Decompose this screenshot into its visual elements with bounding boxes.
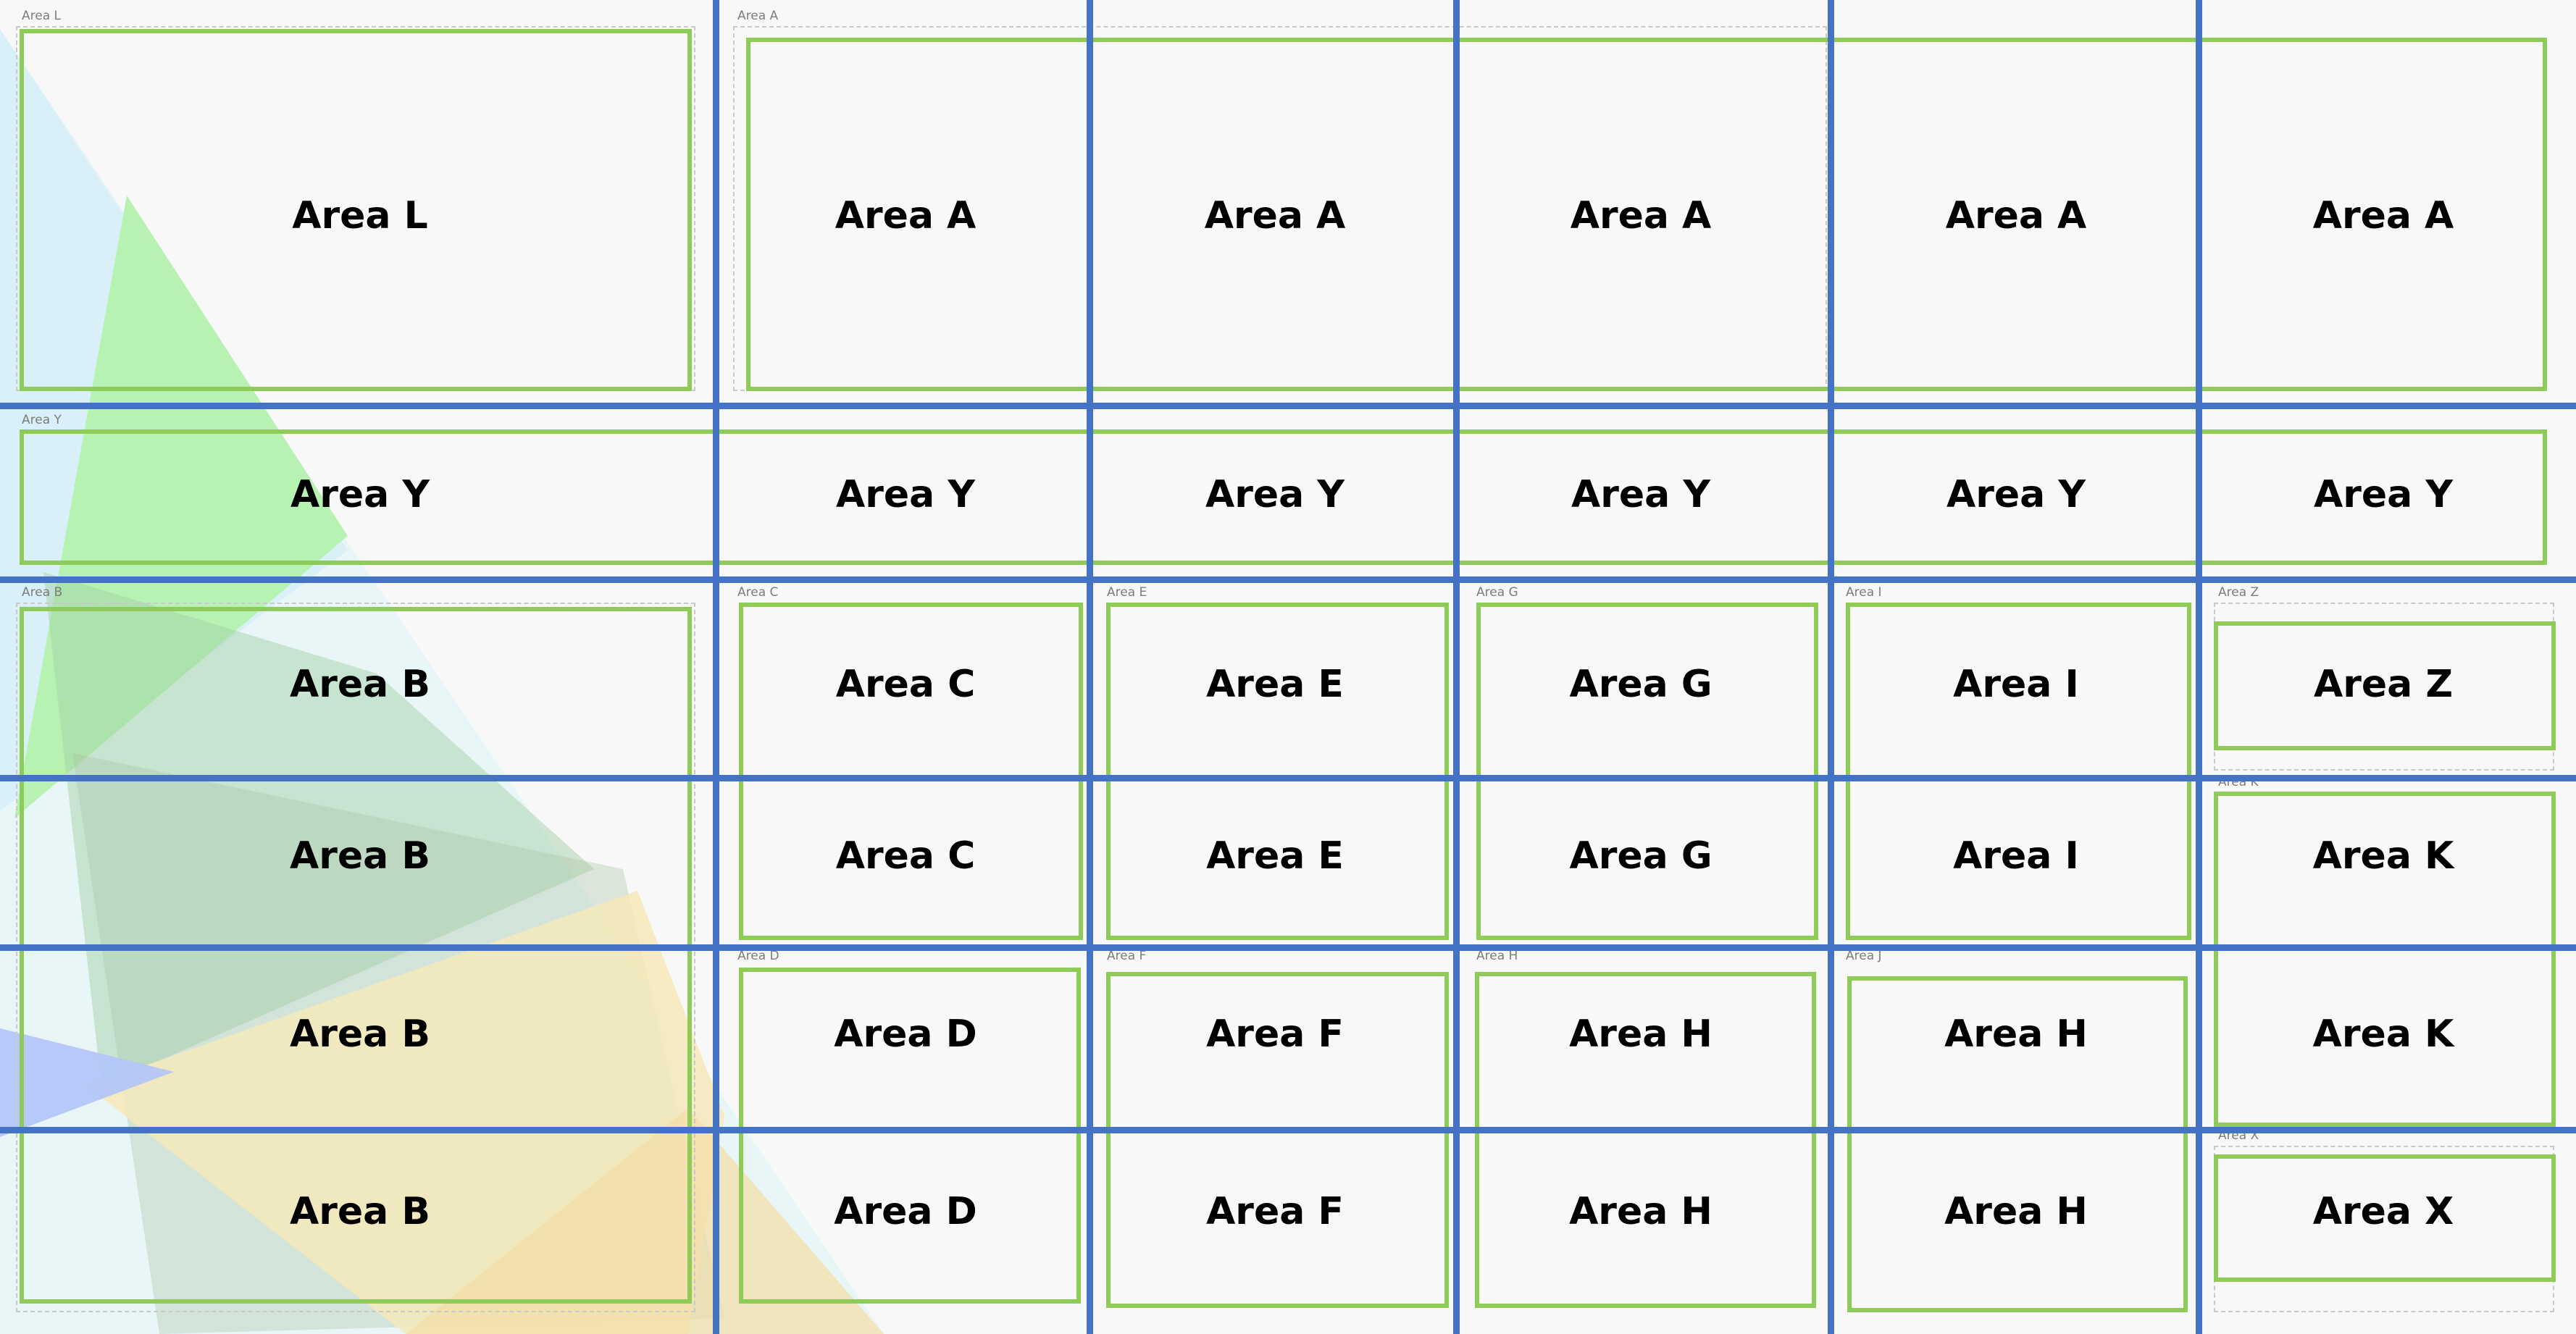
cell-label: Area H xyxy=(1944,1012,2088,1056)
area-g-tag: Area G xyxy=(1476,585,1518,600)
cell-label: Area G xyxy=(1569,834,1713,878)
grid-vertical-line xyxy=(2196,0,2202,1334)
area-h-tag: Area H xyxy=(1476,949,1518,963)
area-f-tag: Area F xyxy=(1107,949,1147,963)
grid-horizontal-line xyxy=(0,944,2576,951)
cell-label: Area K xyxy=(2312,834,2454,878)
area-y-tag: Area Y xyxy=(22,413,62,427)
cell-label: Area A xyxy=(1570,194,1712,238)
area-e-box xyxy=(1106,603,1449,940)
cell-label: Area E xyxy=(1206,663,1344,706)
grid-horizontal-line xyxy=(0,1127,2576,1133)
area-c-tag: Area C xyxy=(737,585,779,600)
cell-label: Area K xyxy=(2312,1012,2454,1056)
area-c-box xyxy=(739,603,1083,940)
grid-vertical-line xyxy=(1087,0,1093,1334)
area-l-tag: Area L xyxy=(22,9,61,23)
cell-label: Area Z xyxy=(2313,663,2454,706)
area-i-box xyxy=(1846,603,2191,940)
cell-label: Area Y xyxy=(1205,473,1345,516)
grid-vertical-line xyxy=(1453,0,1460,1334)
cell-label: Area D xyxy=(834,1012,977,1056)
grid-horizontal-line xyxy=(0,576,2576,583)
cell-label: Area Y xyxy=(1571,473,1711,516)
cell-label: Area L xyxy=(292,194,428,238)
cell-label: Area Y xyxy=(2313,473,2454,516)
area-layout-diagram: Area L Area A Area Y Area B Area C Area E Area… xyxy=(0,0,2576,1334)
cell-label: Area A xyxy=(1945,194,2087,238)
cell-label: Area F xyxy=(1206,1190,1344,1233)
grid-horizontal-line xyxy=(0,775,2576,781)
grid-vertical-line xyxy=(1828,0,1834,1334)
area-i-tag: Area I xyxy=(1846,585,1882,600)
cell-label: Area H xyxy=(1944,1190,2088,1233)
cell-label: Area B xyxy=(290,1012,430,1056)
cell-label: Area H xyxy=(1569,1012,1713,1056)
cell-label: Area C xyxy=(835,663,976,706)
cell-label: Area B xyxy=(290,1190,430,1233)
cell-label: Area H xyxy=(1569,1190,1713,1233)
area-b-tag: Area B xyxy=(22,585,63,600)
area-d-tag: Area D xyxy=(737,949,779,963)
cell-label: Area C xyxy=(835,834,976,878)
cell-label: Area E xyxy=(1206,834,1344,878)
cell-label: Area Y xyxy=(290,473,430,516)
cell-label: Area F xyxy=(1206,1012,1344,1056)
cell-label: Area B xyxy=(290,834,430,878)
area-a-tag: Area A xyxy=(737,9,779,23)
grid-vertical-line xyxy=(713,0,719,1334)
area-z-tag: Area Z xyxy=(2218,585,2259,600)
grid-horizontal-line xyxy=(0,403,2576,409)
cell-label: Area I xyxy=(1953,663,2079,706)
cell-label: Area B xyxy=(290,663,430,706)
cell-label: Area Y xyxy=(1946,473,2086,516)
area-j-tag: Area J xyxy=(1846,949,1882,963)
cell-label: Area G xyxy=(1569,663,1713,706)
cell-label: Area A xyxy=(1204,194,1346,238)
cell-label: Area A xyxy=(835,194,977,238)
cell-label: Area A xyxy=(2312,194,2454,238)
area-e-tag: Area E xyxy=(1107,585,1147,600)
cell-label: Area Y xyxy=(835,473,976,516)
area-g-box xyxy=(1476,603,1818,940)
cell-label: Area X xyxy=(2312,1190,2454,1233)
cell-label: Area I xyxy=(1953,834,2079,878)
cell-label: Area D xyxy=(834,1190,977,1233)
